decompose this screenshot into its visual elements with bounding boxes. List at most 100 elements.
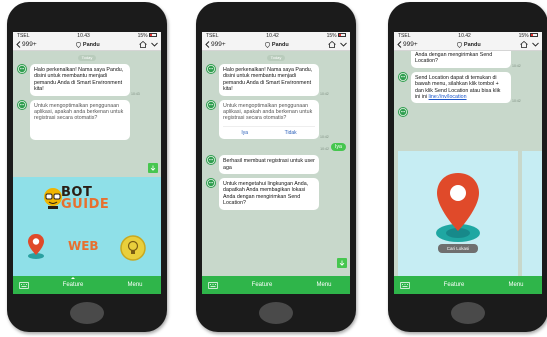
bot-avatar <box>206 178 216 189</box>
chat-header: 999+ Pandu <box>202 39 350 51</box>
bot-avatar <box>398 71 408 82</box>
location-card[interactable]: Cari Lokasi <box>398 151 518 276</box>
phone-2: TSEL 10.42 15% 999+ Pandu Today Halo per… <box>196 2 356 332</box>
message-bubble: Untuk mengoptimalkan penggunaan aplikasi… <box>30 99 130 140</box>
back-button[interactable]: 999+ <box>16 41 37 48</box>
find-location-button[interactable]: Cari Lokasi <box>438 244 478 253</box>
shield-icon <box>457 41 462 48</box>
chevron-left-icon <box>205 41 210 48</box>
home-icon[interactable] <box>520 41 528 48</box>
robot-icon <box>18 65 26 73</box>
bottom-menu-bar: Feature Menu <box>202 276 350 294</box>
bottom-menu-bar: Feature Menu <box>13 276 161 294</box>
feature-toggle[interactable]: Feature <box>412 282 496 288</box>
message-bubble: Halo perkenalkan! Nama saya Pandu, disin… <box>30 64 130 96</box>
chat-title-label: Pandu <box>463 41 481 48</box>
chevron-down-icon[interactable] <box>532 42 539 47</box>
chevron-left-icon <box>16 41 21 48</box>
web-menu-label[interactable]: WEB <box>68 239 99 253</box>
rich-menu-panel[interactable]: BOT GUIDE WEB <box>13 177 161 276</box>
chevron-down-icon[interactable] <box>340 42 347 47</box>
lightbulb-coin-icon[interactable] <box>119 234 147 262</box>
day-label: Today <box>267 55 285 61</box>
menu-button[interactable]: Menu <box>304 282 344 288</box>
menu-button[interactable]: Menu <box>115 282 155 288</box>
clock: 10.42 <box>458 32 471 39</box>
keyboard-icon[interactable] <box>208 281 220 289</box>
chat-area: Today Halo perkenalkan! Nama saya Pandu,… <box>13 51 161 147</box>
shield-icon <box>265 41 270 48</box>
feature-toggle[interactable]: Feature <box>31 277 115 288</box>
bot-message: Untuk mengetahui lingkungan Anda, dapatk… <box>206 178 346 210</box>
feature-toggle[interactable]: Feature <box>220 282 304 288</box>
next-card[interactable] <box>522 151 542 276</box>
unread-count: 999+ <box>403 41 418 48</box>
back-button[interactable]: 999+ <box>205 41 226 48</box>
chat-area: Today Halo perkenalkan! Nama saya Pandu,… <box>202 51 350 217</box>
phone-3: TSEL 10.42 15% 999+ Pandu Anda dengan me… <box>388 2 547 332</box>
message-time: 10:42 <box>320 91 329 96</box>
phone-1: TSEL 10.43 15% 999+ Pandu Today Halo per… <box>7 2 167 332</box>
chat-area: Anda dengan mengirimkan Send Location? 1… <box>394 51 542 124</box>
bot-avatar <box>206 99 216 110</box>
home-button[interactable] <box>259 302 293 324</box>
message-bubble: Anda dengan mengirimkan Send Location? <box>411 51 511 68</box>
message-time: 10:42 <box>512 99 521 104</box>
phone-3-screen: TSEL 10.42 15% 999+ Pandu Anda dengan me… <box>394 32 542 294</box>
back-button[interactable]: 999+ <box>397 41 418 48</box>
battery-icon <box>149 33 157 38</box>
bot-guide-logo: BOT GUIDE <box>61 186 109 211</box>
robot-icon <box>18 101 26 108</box>
robot-icon <box>207 101 215 108</box>
battery-icon <box>338 33 346 38</box>
bot-avatar <box>17 64 27 74</box>
scroll-down-button[interactable] <box>148 163 158 173</box>
phone-1-screen: TSEL 10.43 15% 999+ Pandu Today Halo per… <box>13 32 161 294</box>
chat-title-label: Pandu <box>82 41 100 48</box>
bot-avatar <box>398 107 408 118</box>
bot-message: Halo perkenalkan! Nama saya Pandu, disin… <box>17 64 157 96</box>
clock: 10.43 <box>77 32 90 39</box>
user-reply-bubble: Iya <box>330 143 346 152</box>
message-bubble: Untuk mengetahui lingkungan Anda, dapatk… <box>219 178 319 210</box>
message-bubble: Send Location dapat di temukan di bawah … <box>411 71 511 104</box>
robot-icon <box>399 109 407 116</box>
location-pin-icon[interactable] <box>25 232 47 260</box>
phone-2-screen: TSEL 10.42 15% 999+ Pandu Today Halo per… <box>202 32 350 294</box>
home-button[interactable] <box>70 302 104 324</box>
home-button[interactable] <box>451 302 485 324</box>
home-icon[interactable] <box>139 41 147 48</box>
battery-indicator: 15% <box>327 33 346 39</box>
home-icon[interactable] <box>328 41 336 48</box>
scroll-down-button[interactable] <box>337 258 347 268</box>
carrier-label: TSEL <box>398 32 411 39</box>
menu-button[interactable]: Menu <box>496 282 536 288</box>
bot-avatar <box>17 99 27 110</box>
keyboard-icon[interactable] <box>19 281 31 289</box>
chevron-left-icon <box>397 41 402 48</box>
battery-indicator: 15% <box>138 33 157 39</box>
carrier-label: TSEL <box>17 32 30 39</box>
chat-header: 999+ Pandu <box>13 39 161 51</box>
bot-message: Halo perkenalkan! Nama saya Pandu, disin… <box>206 64 346 96</box>
choice-yes-button[interactable]: Iya <box>241 130 248 136</box>
robot-icon <box>207 179 215 187</box>
message-bubble: Halo perkenalkan! Nama saya Pandu, disin… <box>219 64 319 96</box>
chat-title-label: Pandu <box>271 41 289 48</box>
unread-count: 999+ <box>22 41 37 48</box>
battery-indicator: 15% <box>519 33 538 39</box>
robot-mascot-icon <box>44 188 62 209</box>
choice-no-button[interactable]: Tidak <box>285 130 297 136</box>
location-link[interactable]: line://nv/location <box>429 94 467 100</box>
status-bar: TSEL 10.42 15% <box>394 32 542 39</box>
unread-count: 999+ <box>211 41 226 48</box>
bot-avatar <box>206 155 216 166</box>
keyboard-icon[interactable] <box>400 281 412 289</box>
arrow-down-icon <box>339 260 345 266</box>
robot-icon <box>399 73 407 81</box>
chat-title: Pandu <box>265 41 289 48</box>
message-time: 10:42 <box>320 135 329 140</box>
bottom-menu-bar: Feature Menu <box>394 276 542 294</box>
chevron-down-icon[interactable] <box>151 42 158 47</box>
robot-icon <box>207 157 215 164</box>
